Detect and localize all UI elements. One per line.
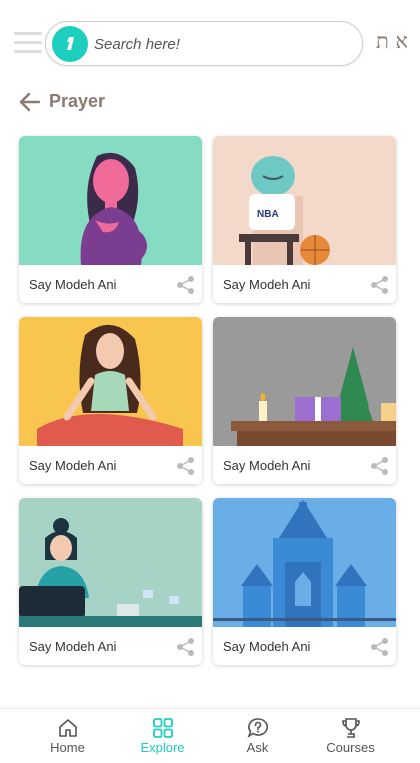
nav-home[interactable]: Home (15, 709, 120, 763)
content-card[interactable]: Say Modeh Ani (213, 498, 396, 665)
app-header: א ת (0, 0, 420, 80)
back-arrow-icon[interactable] (18, 90, 42, 114)
castle-illustration (213, 498, 396, 627)
nav-label: Ask (246, 740, 269, 755)
share-icon[interactable] (370, 637, 390, 657)
page-header: Prayer (18, 88, 398, 116)
content-card[interactable]: Say Modeh Ani (19, 498, 202, 665)
share-icon[interactable] (176, 637, 196, 657)
card-title: Say Modeh Ani (223, 277, 311, 292)
share-icon[interactable] (176, 456, 196, 476)
content-card[interactable]: Say Modeh Ani (19, 317, 202, 484)
svg-text:NBA: NBA (257, 209, 279, 220)
content-card[interactable]: Say Modeh Ani (213, 317, 396, 484)
share-icon[interactable] (370, 456, 390, 476)
share-icon[interactable] (370, 275, 390, 295)
content-card[interactable]: Say Modeh Ani (19, 136, 202, 303)
nav-explore[interactable]: Explore (110, 709, 215, 763)
search-bar[interactable] (45, 21, 363, 66)
nav-label: Explore (140, 740, 185, 755)
app-logo-icon (52, 26, 88, 62)
woman-praying-illustration (19, 136, 202, 265)
search-input[interactable] (94, 30, 349, 58)
meditating-woman-illustration (19, 317, 202, 446)
home-icon (59, 719, 77, 737)
nba-robot-illustration: NBA (213, 136, 396, 265)
holiday-table-illustration (213, 317, 396, 446)
trophy-icon (342, 718, 360, 738)
card-title: Say Modeh Ani (223, 639, 311, 654)
card-title: Say Modeh Ani (29, 458, 117, 473)
bottom-navigation: Home Explore Ask Courses (0, 708, 420, 763)
grid-icon (153, 718, 173, 738)
nav-ask[interactable]: Ask (205, 709, 310, 763)
page-title: Prayer (49, 91, 106, 111)
card-title: Say Modeh Ani (223, 458, 311, 473)
language-toggle[interactable]: א ת (372, 29, 412, 57)
question-icon (247, 718, 269, 738)
nav-label: Home (50, 740, 85, 755)
card-title: Say Modeh Ani (29, 277, 117, 292)
card-title: Say Modeh Ani (29, 639, 117, 654)
nav-courses[interactable]: Courses (298, 709, 403, 763)
hamburger-menu-icon[interactable] (14, 32, 42, 54)
woman-at-desk-illustration (19, 498, 202, 627)
share-icon[interactable] (176, 275, 196, 295)
nav-label: Courses (326, 740, 375, 755)
content-card[interactable]: NBA Say Modeh Ani (213, 136, 396, 303)
